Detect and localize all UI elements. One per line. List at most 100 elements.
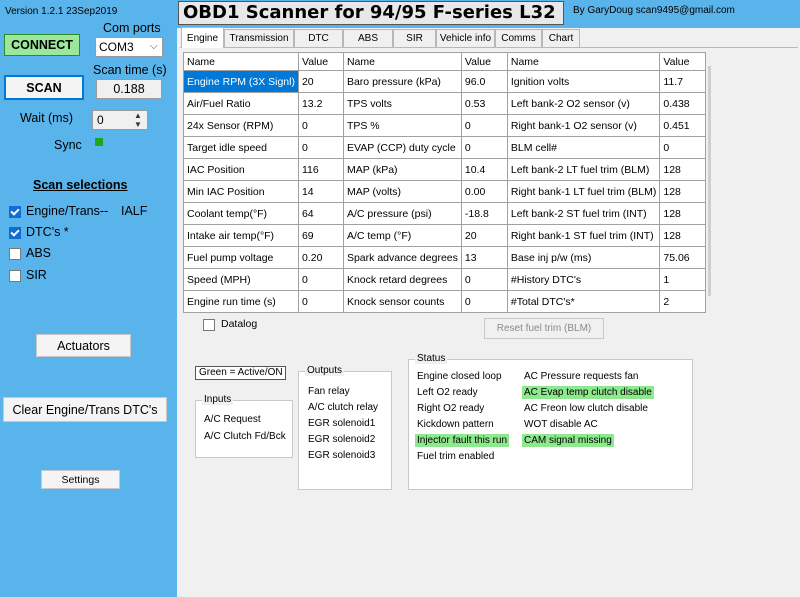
actuators-button[interactable]: Actuators xyxy=(36,334,131,357)
parameter-name-cell[interactable]: Knock retard degrees xyxy=(342,268,462,291)
parameter-value-cell[interactable]: 13 xyxy=(460,246,508,269)
sir-label: SIR xyxy=(26,268,47,282)
parameter-name-cell[interactable]: #Total DTC's* xyxy=(506,290,661,313)
dtcs-checkbox[interactable] xyxy=(9,227,21,239)
scrollbar[interactable] xyxy=(708,66,711,296)
parameter-name-cell[interactable]: TPS volts xyxy=(342,92,462,115)
parameter-value-cell[interactable]: 0 xyxy=(460,290,508,313)
parameter-name-cell[interactable]: A/C pressure (psi) xyxy=(342,202,462,225)
parameter-value-cell[interactable]: 0 xyxy=(297,114,344,137)
parameter-name-cell[interactable]: #History DTC's xyxy=(506,268,661,291)
table-row: Air/Fuel Ratio 13.2 TPS volts 0.53 Left bank… xyxy=(183,92,707,115)
abs-checkbox[interactable] xyxy=(9,248,21,260)
settings-button[interactable]: Settings xyxy=(41,470,120,489)
parameter-name-cell[interactable]: IAC Position xyxy=(183,158,299,181)
parameter-value-cell[interactable]: 0 xyxy=(460,268,508,291)
parameter-name-cell[interactable]: EVAP (CCP) duty cycle xyxy=(342,136,462,159)
parameter-value-cell[interactable]: 0.53 xyxy=(460,92,508,115)
status-item: CAM signal missing xyxy=(522,434,614,447)
parameter-name-cell[interactable]: Left bank-2 O2 sensor (v) xyxy=(506,92,661,115)
input-item: A/C Request xyxy=(204,414,261,425)
parameter-name-cell[interactable]: MAP (volts) xyxy=(342,180,462,203)
tab-chart[interactable]: Chart xyxy=(542,29,580,47)
parameter-value-cell[interactable]: 0 xyxy=(659,136,707,159)
parameter-value-cell[interactable]: 128 xyxy=(659,224,707,247)
tab-vehicle-info[interactable]: Vehicle info xyxy=(436,29,495,47)
parameter-value-cell[interactable]: 14 xyxy=(297,180,344,203)
parameter-name-cell[interactable]: Speed (MPH) xyxy=(183,268,299,291)
tab-dtc[interactable]: DTC xyxy=(294,29,343,47)
clear-dtc-button[interactable]: Clear Engine/Trans DTC's xyxy=(3,397,167,422)
parameter-value-cell[interactable]: 128 xyxy=(659,202,707,225)
parameter-name-cell[interactable]: Baro pressure (kPa) xyxy=(342,70,462,93)
parameter-value-cell[interactable]: 0 xyxy=(297,136,344,159)
parameter-name-cell[interactable]: Target idle speed xyxy=(183,136,299,159)
parameter-name-cell[interactable]: Coolant temp(°F) xyxy=(183,202,299,225)
status-group: Status Engine closed loop Left O2 ready Ri… xyxy=(408,353,693,490)
parameter-value-cell[interactable]: 0.438 xyxy=(659,92,707,115)
parameter-value-cell[interactable]: 69 xyxy=(297,224,344,247)
parameter-value-cell[interactable]: 13.2 xyxy=(297,92,344,115)
parameter-name-cell[interactable]: Intake air temp(°F) xyxy=(183,224,299,247)
parameter-name-cell[interactable]: BLM cell# xyxy=(506,136,661,159)
scan-button[interactable]: SCAN xyxy=(4,75,84,100)
parameter-value-cell[interactable]: 0 xyxy=(297,290,344,313)
engine-data-grid: Name Value Name Value Name Value Engine … xyxy=(183,52,707,313)
parameter-value-cell[interactable]: 11.7 xyxy=(659,70,707,93)
engine-trans-checkbox[interactable] xyxy=(9,206,21,218)
parameter-name-cell[interactable]: Spark advance degrees xyxy=(342,246,462,269)
parameter-value-cell[interactable]: 0.00 xyxy=(460,180,508,203)
parameter-name-cell[interactable]: MAP (kPa) xyxy=(342,158,462,181)
status-item: Engine closed loop xyxy=(417,371,502,382)
stepper-arrows-icon[interactable]: ▲ ▼ xyxy=(134,111,142,129)
parameter-value-cell[interactable]: 1 xyxy=(659,268,707,291)
status-item: AC Pressure requests fan xyxy=(524,371,639,382)
parameter-name-cell[interactable]: Air/Fuel Ratio xyxy=(183,92,299,115)
parameter-value-cell[interactable]: 128 xyxy=(659,180,707,203)
connect-button[interactable]: CONNECT xyxy=(4,34,80,56)
tab-sir[interactable]: SIR xyxy=(393,29,436,47)
parameter-name-cell[interactable]: Fuel pump voltage xyxy=(183,246,299,269)
parameter-value-cell[interactable]: 0.451 xyxy=(659,114,707,137)
tab-comms[interactable]: Comms xyxy=(495,29,542,47)
outputs-title: Outputs xyxy=(305,365,345,376)
parameter-name-cell[interactable]: Min IAC Position xyxy=(183,180,299,203)
parameter-value-cell[interactable]: 75.06 xyxy=(659,246,707,269)
parameter-name-cell[interactable]: A/C temp (°F) xyxy=(342,224,462,247)
parameter-name-cell[interactable]: TPS % xyxy=(342,114,462,137)
tab-transmission[interactable]: Transmission xyxy=(224,29,294,47)
parameter-value-cell[interactable]: 0 xyxy=(460,114,508,137)
parameter-name-cell[interactable]: Right bank-1 O2 sensor (v) xyxy=(506,114,661,137)
parameter-value-cell[interactable]: 0.20 xyxy=(297,246,344,269)
parameter-name-cell[interactable]: 24x Sensor (RPM) xyxy=(183,114,299,137)
com-port-select[interactable]: COM3 ⌵ xyxy=(95,37,163,57)
sir-checkbox[interactable] xyxy=(9,270,21,282)
parameter-value-cell[interactable]: 20 xyxy=(297,70,344,93)
wait-stepper[interactable]: 0 ▲ ▼ xyxy=(92,110,148,130)
parameter-value-cell[interactable]: 0 xyxy=(297,268,344,291)
parameter-name-cell[interactable]: Right bank-1 ST fuel trim (INT) xyxy=(506,224,661,247)
parameter-value-cell[interactable]: 64 xyxy=(297,202,344,225)
tab-engine[interactable]: Engine xyxy=(181,27,224,48)
parameter-value-cell[interactable]: 0 xyxy=(460,136,508,159)
reset-fuel-trim-button[interactable]: Reset fuel trim (BLM) xyxy=(484,318,604,339)
parameter-value-cell[interactable]: 2 xyxy=(659,290,707,313)
parameter-value-cell[interactable]: -18.8 xyxy=(460,202,508,225)
parameter-name-cell[interactable]: Engine run time (s) xyxy=(183,290,299,313)
parameter-name-cell[interactable]: Engine RPM (3X Signl) xyxy=(183,70,299,93)
parameter-name-cell[interactable]: Left bank-2 ST fuel trim (INT) xyxy=(506,202,661,225)
parameter-value-cell[interactable]: 116 xyxy=(297,158,344,181)
parameter-value-cell[interactable]: 20 xyxy=(460,224,508,247)
parameter-name-cell[interactable]: Knock sensor counts xyxy=(342,290,462,313)
datalog-checkbox[interactable] xyxy=(203,319,215,331)
parameter-name-cell[interactable]: Base inj p/w (ms) xyxy=(506,246,661,269)
parameter-value-cell[interactable]: 10.4 xyxy=(460,158,508,181)
parameter-value-cell[interactable]: 96.0 xyxy=(460,70,508,93)
grid-header-row: Name Value Name Value Name Value xyxy=(183,52,707,71)
tab-abs[interactable]: ABS xyxy=(343,29,393,47)
parameter-value-cell[interactable]: 128 xyxy=(659,158,707,181)
parameter-name-cell[interactable]: Ignition volts xyxy=(506,70,661,93)
parameter-name-cell[interactable]: Left bank-2 LT fuel trim (BLM) xyxy=(506,158,661,181)
parameter-name-cell[interactable]: Right bank-1 LT fuel trim (BLM) xyxy=(506,180,661,203)
status-item: Kickdown pattern xyxy=(417,419,494,430)
